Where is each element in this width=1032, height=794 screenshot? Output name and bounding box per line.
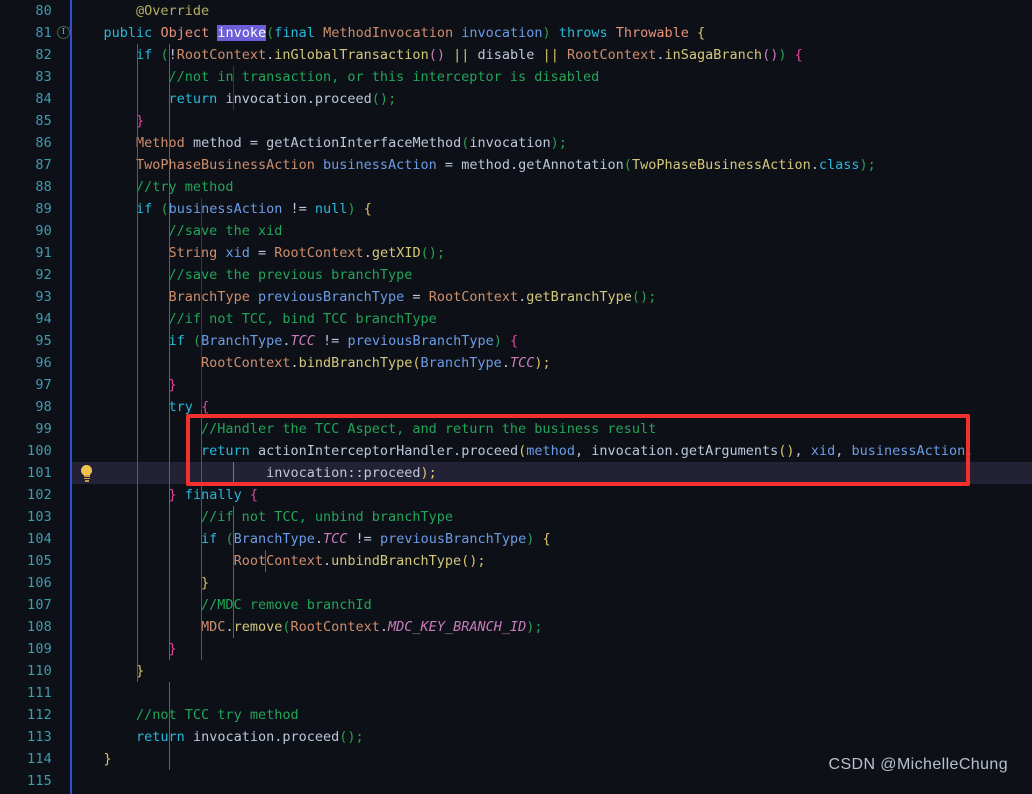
code-line[interactable]: //not TCC try method: [71, 704, 299, 726]
indent-guide: [233, 506, 234, 638]
code-line[interactable]: //save the previous branchType: [71, 264, 413, 286]
code-line[interactable]: }: [71, 374, 177, 396]
code-line[interactable]: //save the xid: [71, 220, 283, 242]
line-number[interactable]: 110: [0, 660, 52, 682]
implementing-method-icon[interactable]: I ↑: [57, 22, 75, 44]
code-line[interactable]: Method method = getActionInterfaceMethod…: [71, 132, 567, 154]
line-number[interactable]: 107: [0, 594, 52, 616]
line-number[interactable]: 108: [0, 616, 52, 638]
code-line[interactable]: String xid = RootContext.getXID();: [71, 242, 445, 264]
code-editor[interactable]: 80 81 82 83 84 85 86 87 88 89 90 91 92 9…: [0, 0, 1032, 794]
bulb-base: [83, 477, 90, 480]
line-number[interactable]: 93: [0, 286, 52, 308]
indent-guide: [169, 682, 170, 770]
code-line[interactable]: if (BranchType.TCC != previousBranchType…: [71, 330, 519, 352]
line-number[interactable]: 81: [0, 22, 52, 44]
line-number[interactable]: 106: [0, 572, 52, 594]
line-number[interactable]: 115: [0, 770, 52, 792]
line-number[interactable]: 109: [0, 638, 52, 660]
indent-guide: [137, 44, 138, 682]
line-number[interactable]: 104: [0, 528, 52, 550]
indent-guide: [169, 44, 170, 660]
code-line[interactable]: if (BranchType.TCC != previousBranchType…: [71, 528, 551, 550]
code-line[interactable]: public Object invoke(final MethodInvocat…: [71, 22, 705, 44]
indent-guide: [233, 66, 234, 110]
selected-token: invoke: [217, 25, 267, 41]
code-line[interactable]: } finally {: [71, 484, 258, 506]
line-number[interactable]: 91: [0, 242, 52, 264]
code-line[interactable]: return invocation.proceed();: [71, 726, 364, 748]
indent-guide: [265, 550, 266, 572]
line-number[interactable]: 100: [0, 440, 52, 462]
line-number[interactable]: 103: [0, 506, 52, 528]
line-number[interactable]: 111: [0, 682, 52, 704]
line-number[interactable]: 113: [0, 726, 52, 748]
line-number[interactable]: 94: [0, 308, 52, 330]
line-number[interactable]: 99: [0, 418, 52, 440]
line-number[interactable]: 80: [0, 0, 52, 22]
code-line[interactable]: }: [71, 660, 144, 682]
code-line[interactable]: MDC.remove(RootContext.MDC_KEY_BRANCH_ID…: [71, 616, 542, 638]
code-line[interactable]: }: [71, 748, 112, 770]
code-line[interactable]: //not in transaction, or this intercepto…: [71, 66, 600, 88]
code-line[interactable]: if (!RootContext.inGlobalTransaction() |…: [71, 44, 803, 66]
line-number[interactable]: 114: [0, 748, 52, 770]
line-number[interactable]: 88: [0, 176, 52, 198]
line-number[interactable]: 96: [0, 352, 52, 374]
gutter-divider: [70, 0, 72, 794]
line-number[interactable]: 85: [0, 110, 52, 132]
code-line[interactable]: @Override: [71, 0, 209, 22]
code-line[interactable]: try {: [71, 396, 210, 418]
line-number[interactable]: 90: [0, 220, 52, 242]
line-number[interactable]: 83: [0, 66, 52, 88]
intention-bulb-icon[interactable]: [79, 462, 95, 484]
code-line[interactable]: }: [71, 638, 177, 660]
code-line[interactable]: invocation::proceed);: [71, 462, 437, 484]
bulb-base: [84, 480, 89, 482]
code-line[interactable]: }: [71, 110, 144, 132]
code-line[interactable]: //if not TCC, bind TCC branchType: [71, 308, 437, 330]
line-number[interactable]: 101: [0, 462, 52, 484]
code-line[interactable]: //MDC remove branchId: [71, 594, 372, 616]
line-number[interactable]: 97: [0, 374, 52, 396]
code-line[interactable]: RootContext.bindBranchType(BranchType.TC…: [71, 352, 551, 374]
code-line[interactable]: RootContext.unbindBranchType();: [71, 550, 486, 572]
line-number[interactable]: 82: [0, 44, 52, 66]
line-number[interactable]: 92: [0, 264, 52, 286]
line-number[interactable]: 105: [0, 550, 52, 572]
line-number[interactable]: 102: [0, 484, 52, 506]
indent-guide: [201, 410, 202, 660]
line-number[interactable]: 98: [0, 396, 52, 418]
code-line[interactable]: BranchType previousBranchType = RootCont…: [71, 286, 657, 308]
code-line[interactable]: //if not TCC, unbind branchType: [71, 506, 453, 528]
code-line[interactable]: }: [71, 572, 209, 594]
code-line[interactable]: return actionInterceptorHandler.proceed(…: [71, 440, 973, 462]
code-line[interactable]: TwoPhaseBusinessAction businessAction = …: [71, 154, 876, 176]
watermark: CSDN @MichelleChung: [828, 756, 1008, 773]
line-number[interactable]: 86: [0, 132, 52, 154]
code-line[interactable]: //Handler the TCC Aspect, and return the…: [71, 418, 656, 440]
line-number[interactable]: 84: [0, 88, 52, 110]
code-content[interactable]: @Override public Object invoke(final Met…: [71, 0, 1032, 794]
line-number[interactable]: 87: [0, 154, 52, 176]
line-number[interactable]: 89: [0, 198, 52, 220]
code-line[interactable]: if (businessAction != null) {: [71, 198, 372, 220]
code-line[interactable]: //try method: [71, 176, 234, 198]
line-number[interactable]: 112: [0, 704, 52, 726]
bulb-base: [83, 475, 90, 477]
editor-gutter[interactable]: 80 81 82 83 84 85 86 87 88 89 90 91 92 9…: [0, 0, 74, 794]
line-number[interactable]: 95: [0, 330, 52, 352]
